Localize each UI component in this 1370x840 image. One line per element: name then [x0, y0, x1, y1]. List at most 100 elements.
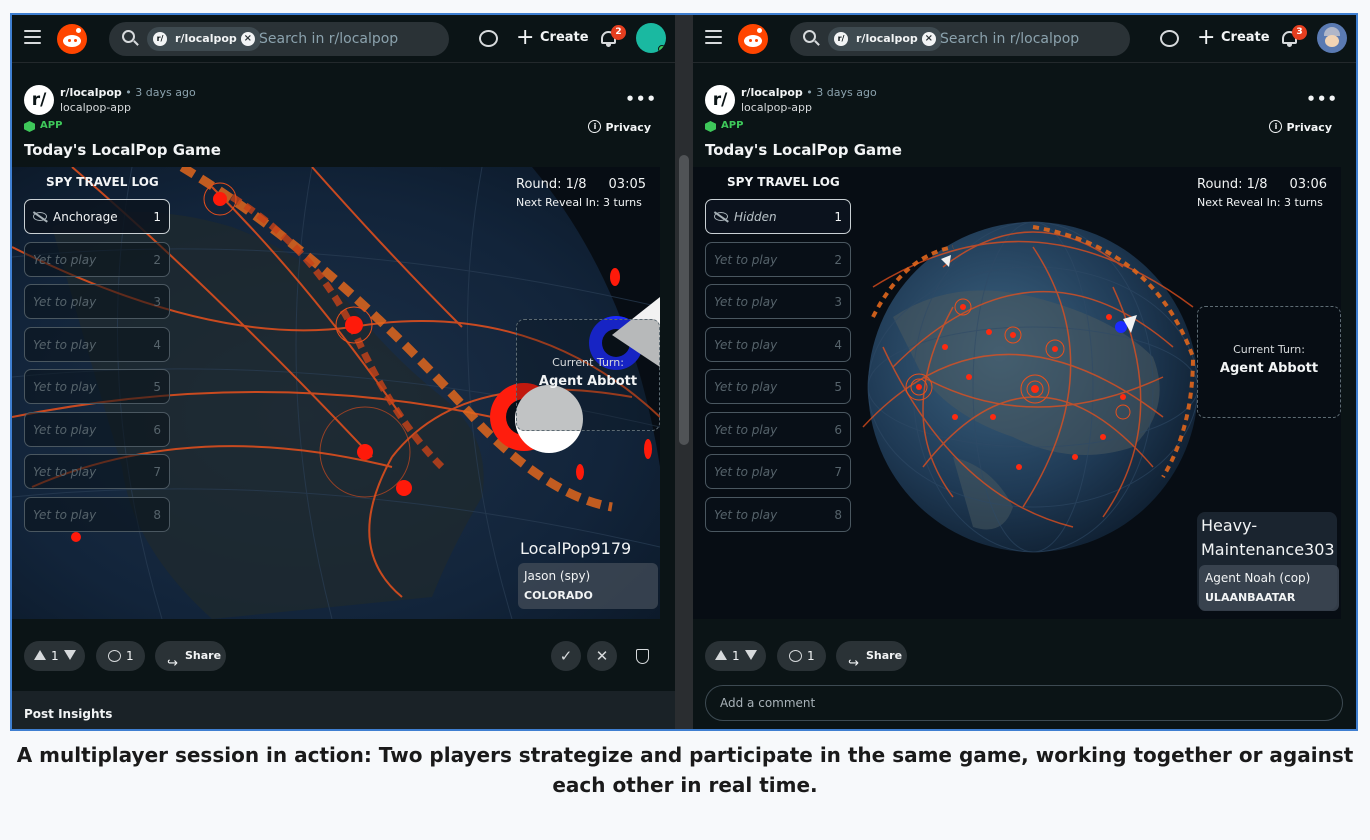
search-bar[interactable]: r/r/localpop × Search in r/localpop [109, 22, 449, 56]
player-location: ULAANBAATAR [1205, 591, 1296, 604]
comment-input[interactable]: Add a comment [705, 685, 1343, 721]
upvote-icon[interactable] [34, 650, 46, 660]
privacy-button[interactable]: Privacy [588, 120, 651, 134]
log-number: 3 [834, 295, 842, 309]
menu-icon[interactable] [24, 30, 41, 44]
next-reveal: Next Reveal In: 3 turns [1197, 196, 1323, 209]
post-author[interactable]: localpop-app [60, 101, 131, 114]
upvote-icon[interactable] [715, 650, 727, 660]
create-button[interactable]: + Create [1197, 25, 1270, 50]
chat-icon[interactable] [479, 30, 498, 47]
current-turn-label: Current Turn: [552, 356, 624, 369]
travel-log-title: SPY TRAVEL LOG [727, 175, 840, 189]
subreddit-icon: r/ [153, 32, 167, 46]
log-number: 6 [834, 423, 842, 437]
log-slot-5[interactable]: Yet to play 5 [705, 369, 851, 404]
log-number: 5 [834, 380, 842, 394]
log-slot-1[interactable]: Anchorage 1 [24, 199, 170, 234]
vote-count: 1 [732, 649, 740, 663]
downvote-icon[interactable] [64, 650, 76, 660]
post-insights-label: Post Insights [24, 707, 113, 721]
comments-button[interactable]: 1 [777, 641, 826, 671]
post-title: Today's LocalPop Game [24, 141, 221, 159]
post-author[interactable]: localpop-app [741, 101, 812, 114]
log-slot-8[interactable]: Yet to play 8 [705, 497, 851, 532]
reddit-logo-icon[interactable] [738, 24, 768, 54]
post-insights-bar[interactable]: Post Insights [12, 691, 675, 729]
check-icon: ✓ [559, 647, 573, 665]
log-label: Anchorage [53, 210, 118, 224]
log-slot-3[interactable]: Yet to play 3 [705, 284, 851, 319]
post-title: Today's LocalPop Game [705, 141, 902, 159]
log-number: 6 [153, 423, 161, 437]
log-slot-6[interactable]: Yet to play 6 [705, 412, 851, 447]
subreddit-link[interactable]: r/localpop [60, 86, 122, 99]
share-button[interactable]: ↪ Share [155, 641, 226, 671]
more-options-icon[interactable]: ••• [625, 90, 657, 108]
log-label: Hidden [734, 210, 777, 224]
log-slot-1[interactable]: Hidden 1 [705, 199, 851, 234]
menu-icon[interactable] [705, 30, 722, 44]
clear-chip-icon[interactable]: × [240, 32, 255, 46]
share-icon: ↪ [167, 656, 178, 671]
subreddit-search-chip[interactable]: r/r/localpop × [828, 27, 942, 51]
log-number: 8 [153, 508, 161, 522]
subreddit-search-chip[interactable]: r/r/localpop × [147, 27, 261, 51]
share-label: Share [185, 649, 222, 662]
log-slot-4[interactable]: Yet to play 4 [705, 327, 851, 362]
travel-log-title: SPY TRAVEL LOG [46, 175, 159, 189]
log-number: 4 [834, 338, 842, 352]
search-placeholder: Search in r/localpop [259, 31, 399, 47]
game-view[interactable]: SPY TRAVEL LOG Anchorage 1 Yet to play 2 Y… [12, 167, 660, 619]
subreddit-avatar[interactable]: r/ [24, 85, 54, 115]
subreddit-avatar[interactable]: r/ [705, 85, 735, 115]
downvote-icon[interactable] [745, 650, 757, 660]
game-view[interactable]: SPY TRAVEL LOG Hidden 1 Yet to play 2 Yet … [693, 167, 1341, 619]
log-slot-5[interactable]: Yet to play 5 [24, 369, 170, 404]
log-number: 1 [834, 210, 842, 224]
remove-button[interactable]: ✕ [587, 641, 617, 671]
log-slot-2[interactable]: Yet to play 2 [24, 242, 170, 277]
plus-icon: + [1197, 25, 1216, 50]
comments-button[interactable]: 1 [96, 641, 145, 671]
log-slot-8[interactable]: Yet to play 8 [24, 497, 170, 532]
log-label: Yet to play [714, 338, 778, 352]
log-label: Yet to play [33, 423, 97, 437]
log-slot-3[interactable]: Yet to play 3 [24, 284, 170, 319]
log-number: 2 [834, 253, 842, 267]
log-label: Yet to play [714, 465, 778, 479]
clear-chip-icon[interactable]: × [921, 32, 936, 46]
current-turn-player: Agent Abbott [538, 374, 638, 389]
next-reveal: Next Reveal In: 3 turns [516, 196, 642, 209]
create-button[interactable]: + Create [516, 27, 589, 49]
log-slot-4[interactable]: Yet to play 4 [24, 327, 170, 362]
log-number: 1 [153, 210, 161, 224]
log-number: 7 [153, 465, 161, 479]
log-slot-7[interactable]: Yet to play 7 [705, 454, 851, 489]
log-number: 5 [153, 380, 161, 394]
round-counter: Round: 1/8 [516, 177, 587, 192]
player-card: Heavy-Maintenance303 Agent Noah (cop) UL… [1197, 512, 1341, 612]
subreddit-link[interactable]: r/localpop [741, 86, 803, 99]
user-avatar[interactable] [636, 23, 666, 53]
more-options-icon[interactable]: ••• [1306, 90, 1338, 108]
log-label: Yet to play [33, 465, 97, 479]
search-bar[interactable]: r/r/localpop × Search in r/localpop [790, 22, 1130, 56]
approve-button[interactable]: ✓ [551, 641, 581, 671]
log-label: Yet to play [33, 380, 97, 394]
scrollbar-thumb[interactable] [679, 155, 689, 445]
chat-icon[interactable] [1160, 30, 1179, 47]
user-avatar[interactable] [1317, 23, 1347, 53]
current-turn-panel: Current Turn: Agent Abbott [1197, 306, 1341, 418]
log-slot-6[interactable]: Yet to play 6 [24, 412, 170, 447]
log-slot-7[interactable]: Yet to play 7 [24, 454, 170, 489]
window-divider-scrollbar[interactable] [675, 15, 693, 729]
current-turn-label: Current Turn: [1233, 343, 1305, 356]
log-slot-2[interactable]: Yet to play 2 [705, 242, 851, 277]
share-button[interactable]: ↪ Share [836, 641, 907, 671]
reddit-logo-icon[interactable] [57, 24, 87, 54]
current-turn-panel: Current Turn: Agent Abbott [516, 319, 660, 431]
shield-icon[interactable] [636, 649, 649, 664]
privacy-button[interactable]: Privacy [1269, 120, 1332, 134]
log-number: 2 [153, 253, 161, 267]
